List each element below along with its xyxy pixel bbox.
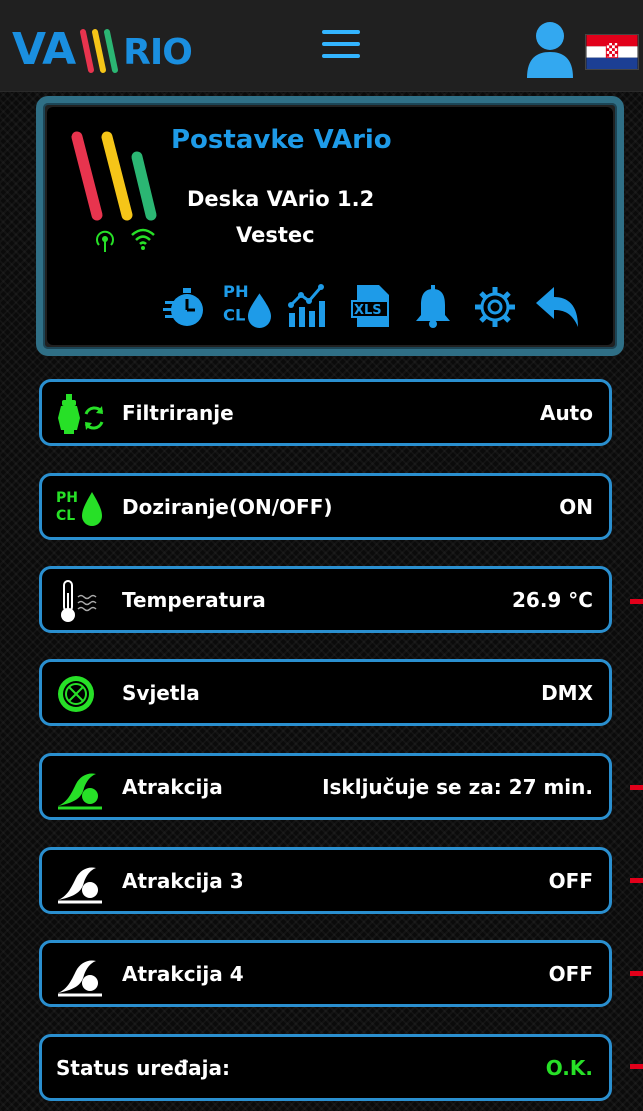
row-value: ON: [559, 495, 593, 519]
row-label: Status uređaja:: [56, 1056, 230, 1080]
row-value: 26.9 °C: [512, 588, 593, 612]
panel-title: Postavke VArio: [171, 125, 392, 155]
row-temperatura[interactable]: Temperatura 26.9 °C: [39, 566, 612, 633]
panel-toolbar: PH CL XLS: [161, 277, 581, 329]
row-atrakcija-4[interactable]: Atrakcija 4 OFF: [39, 940, 612, 1007]
wifi-icon: [131, 228, 155, 250]
xls-export-icon[interactable]: XLS: [347, 277, 395, 329]
atrakcija-4-indicator: [630, 971, 643, 976]
light-icon: [56, 672, 106, 716]
row-label: Filtriranje: [122, 401, 234, 425]
svg-text:CL: CL: [56, 508, 75, 524]
vario-logo: VA RIO: [12, 20, 193, 80]
row-value: Isključuje se za: 27 min.: [322, 775, 593, 799]
location-name: Vestec: [236, 223, 315, 247]
logo-text-small: RIO: [123, 32, 193, 73]
atrakcija-3-indicator: [630, 878, 643, 883]
status-indicator: [630, 1064, 643, 1069]
row-label: Atrakcija 3: [122, 869, 244, 893]
svg-text:PH: PH: [223, 282, 249, 301]
row-label: Svjetla: [122, 681, 200, 705]
svg-text:XLS: XLS: [354, 303, 382, 318]
row-doziranje[interactable]: PH CL Doziranje(ON/OFF) ON: [39, 473, 612, 540]
svg-text:CL: CL: [223, 305, 245, 324]
row-value: OFF: [548, 962, 593, 986]
thermometer-water-icon: [56, 579, 106, 623]
row-svjetla[interactable]: Svjetla DMX: [39, 659, 612, 726]
row-label: Doziranje(ON/OFF): [122, 495, 333, 519]
wave-green-icon: [56, 766, 106, 810]
top-bar: VA RIO: [0, 0, 643, 92]
bell-icon[interactable]: [409, 277, 457, 329]
logo-stripes-icon: [80, 29, 119, 73]
timer-icon[interactable]: [161, 277, 209, 329]
row-status[interactable]: Status uređaja: O.K.: [39, 1034, 612, 1101]
row-label: Temperatura: [122, 588, 266, 612]
ph-cl-drop-icon: PH CL: [56, 486, 106, 530]
back-arrow-icon[interactable]: [533, 277, 581, 329]
atrakcija-indicator: [630, 785, 643, 790]
temperature-alert-indicator: [630, 599, 643, 604]
row-value: Auto: [539, 401, 593, 425]
board-name: Deska VArio 1.2: [187, 187, 375, 211]
device-info-panel: Postavke VArio Deska VArio 1.2 Vestec PH: [36, 96, 624, 356]
row-label: Atrakcija 4: [122, 962, 244, 986]
statistics-chart-icon[interactable]: [285, 277, 333, 329]
row-value: DMX: [541, 681, 593, 705]
user-icon[interactable]: [525, 20, 575, 78]
signal-icon: [96, 230, 114, 252]
row-atrakcija[interactable]: Atrakcija Isključuje se za: 27 min.: [39, 753, 612, 820]
pump-filter-icon: [56, 392, 106, 436]
hamburger-menu-icon[interactable]: [322, 30, 360, 64]
croatia-flag-icon[interactable]: [585, 34, 639, 70]
row-filtriranje[interactable]: Filtriranje Auto: [39, 379, 612, 446]
wave-white-icon: [56, 860, 106, 904]
row-label: Atrakcija: [122, 775, 223, 799]
row-atrakcija-3[interactable]: Atrakcija 3 OFF: [39, 847, 612, 914]
gear-icon[interactable]: [471, 277, 519, 329]
vario-brand-stripes-icon: [71, 131, 157, 221]
row-value: OFF: [548, 869, 593, 893]
ph-cl-dosing-icon[interactable]: PH CL: [223, 277, 271, 329]
wave-white-icon: [56, 953, 106, 997]
svg-text:PH: PH: [56, 490, 78, 506]
logo-text: VA: [12, 24, 76, 75]
status-value: O.K.: [545, 1056, 593, 1080]
